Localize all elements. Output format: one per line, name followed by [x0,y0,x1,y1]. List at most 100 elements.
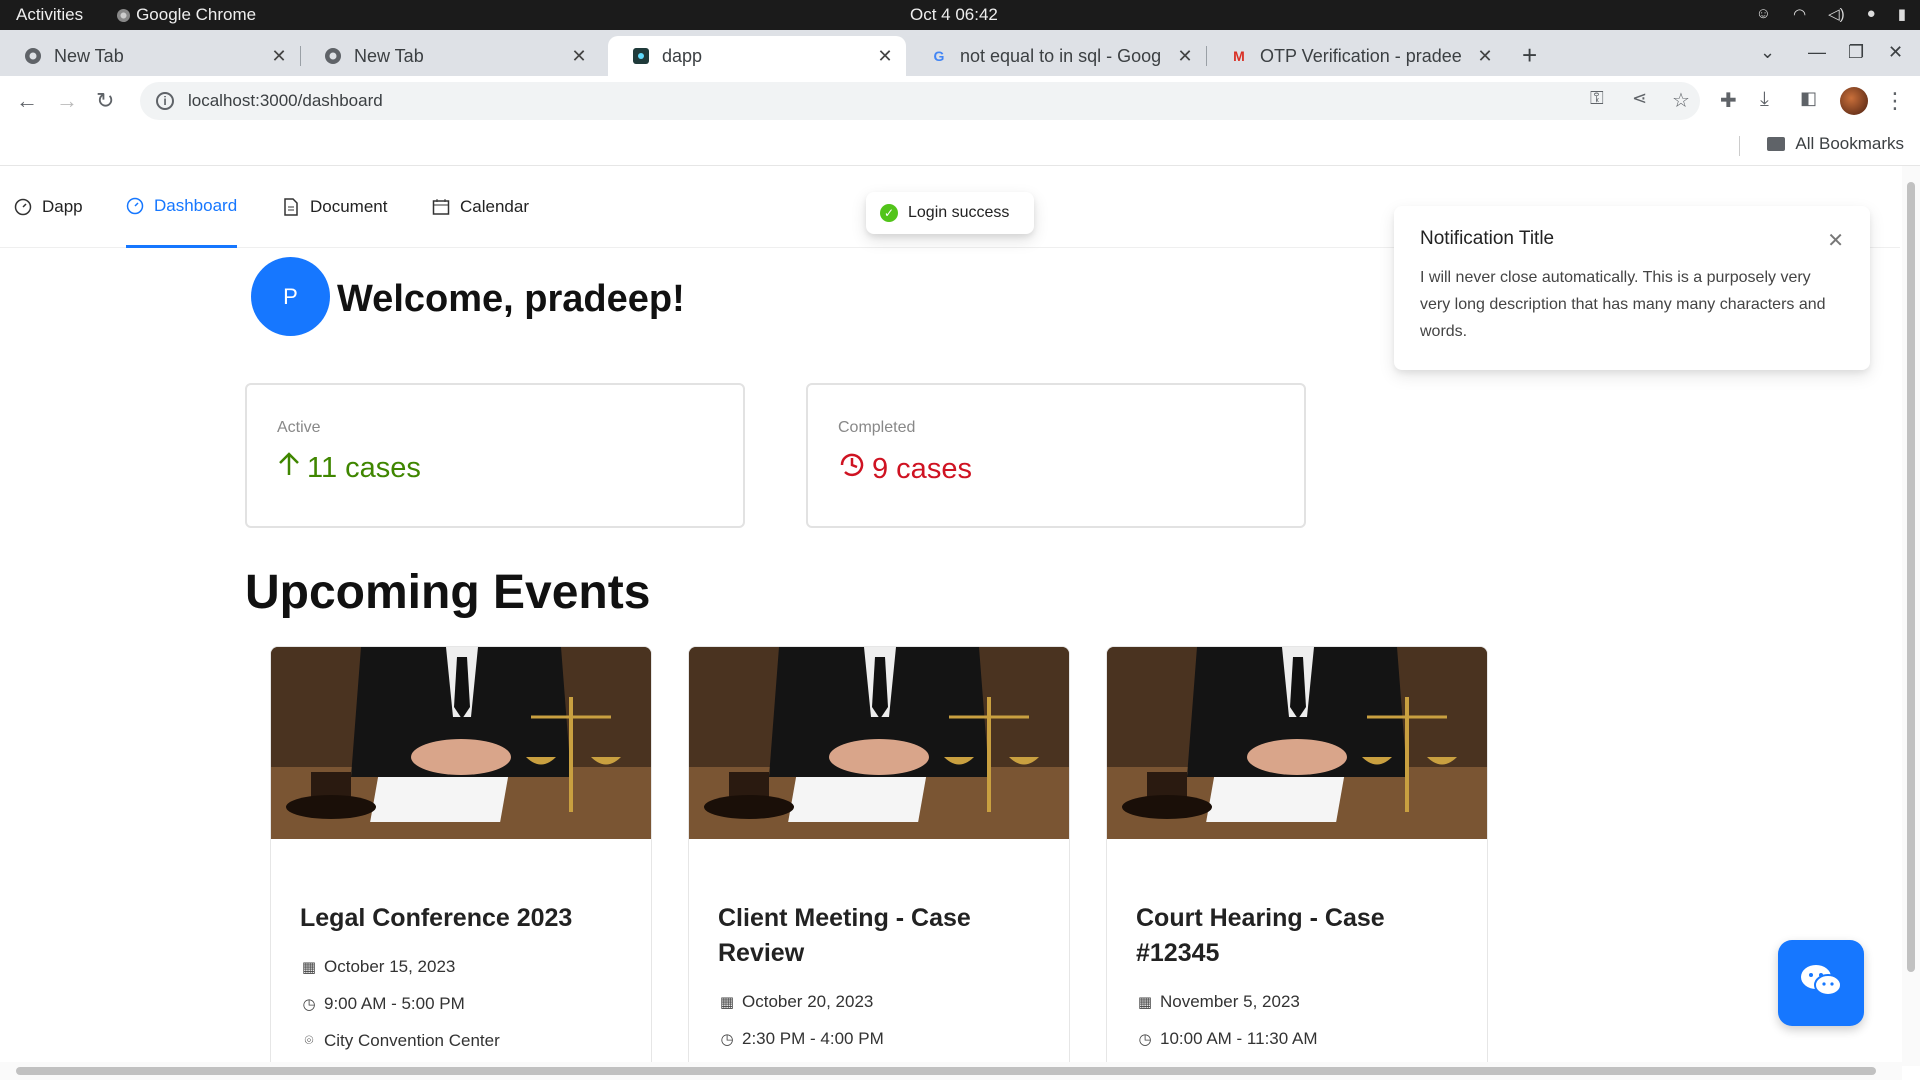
dashboard-gauge-icon [126,197,144,215]
download-icon[interactable]: ⤓ [1760,88,1769,111]
tab-title: New Tab [354,45,424,66]
bookmarks-divider [1739,136,1740,156]
accessibility-icon[interactable]: ☺ [1756,5,1771,23]
nav-item-dashboard[interactable]: Dashboard [126,166,238,248]
clock-icon: ◷ [302,995,316,1013]
event-card[interactable]: Court Hearing - Case #12345 ▦ November 5,… [1106,646,1488,1080]
close-window-icon[interactable]: ✕ [1888,42,1903,63]
event-location: City Convention Center [324,1030,500,1050]
tab-google-search[interactable]: G not equal to in sql - Goog ✕ [906,36,1206,76]
calendar-icon [432,198,450,216]
tab-new-tab-2[interactable]: New Tab ✕ [300,36,600,76]
reload-icon[interactable]: ↻ [96,88,114,114]
lawyer-scales-image [1107,647,1487,839]
nav-label: Dapp [42,197,83,216]
event-date: October 20, 2023 [742,991,874,1011]
event-date: November 5, 2023 [1160,991,1300,1011]
tab-title: New Tab [54,45,124,66]
notification-card: Notification Title I will never close au… [1394,206,1870,370]
lawyer-scales-image [271,647,651,839]
google-icon: G [933,48,945,64]
clock-icon: ◷ [720,1030,734,1048]
active-cases-card: Active 11 cases [245,383,745,528]
close-icon[interactable]: ✕ [1827,228,1844,253]
chat-float-button[interactable] [1778,940,1864,1026]
all-bookmarks-button[interactable]: All Bookmarks [1767,134,1904,154]
event-card[interactable]: Legal Conference 2023 ▦ October 15, 2023 … [270,646,652,1080]
volume-icon[interactable]: ◁) [1828,5,1845,23]
share-icon[interactable]: ⋖ [1632,88,1647,109]
event-title: Client Meeting - Case Review [718,904,971,967]
horizontal-scrollbar[interactable] [0,1062,1902,1080]
check-circle-icon: ✓ [880,204,898,222]
more-menu-icon[interactable]: ⋮ [1884,88,1906,114]
chrome-icon [24,47,42,65]
clock-icon: ◷ [1138,1030,1152,1048]
restore-icon[interactable]: ❐ [1848,42,1864,63]
url-text[interactable]: localhost:3000/dashboard [188,91,383,111]
notification-description: I will never close automatically. This i… [1420,269,1826,340]
os-top-bar: Activities Google Chrome Oct 4 06:42 ☺ ◠… [0,0,1920,30]
nav-label: Dashboard [154,195,238,215]
tab-title: dapp [662,45,703,66]
activities-button[interactable]: Activities [16,5,83,25]
close-tab-icon[interactable]: ✕ [570,46,588,67]
scrollbar-thumb[interactable] [1907,182,1915,972]
notification-title: Notification Title [1420,228,1555,249]
profile-avatar[interactable] [1840,87,1868,115]
forward-arrow-icon[interactable]: → [56,88,78,114]
battery-icon[interactable]: ▮ [1898,5,1906,23]
address-bar[interactable]: i localhost:3000/dashboard [140,82,1700,120]
nav-label: Calendar [460,197,529,216]
tab-title: not equal to in sql - Goog [960,45,1162,66]
welcome-heading: Welcome, pradeep! [337,278,685,320]
user-avatar: P [251,257,330,336]
vertical-scrollbar[interactable] [1902,166,1920,1066]
site-info-icon[interactable]: i [156,92,174,110]
tab-dapp[interactable]: dapp ✕ [608,36,906,76]
wechat-icon [1799,963,1843,1004]
lawyer-scales-image [689,647,1069,839]
nav-item-dapp[interactable]: Dapp [14,166,83,248]
minimize-icon[interactable]: — [1808,42,1826,63]
nav-label: Document [310,197,388,216]
stat-label: Completed [838,419,916,436]
stat-label: Active [277,419,321,436]
tab-new-tab-1[interactable]: New Tab ✕ [0,36,300,76]
close-tab-icon[interactable]: ✕ [1176,46,1194,67]
tab-gmail[interactable]: M OTP Verification - pradee ✕ [1206,36,1506,76]
app-name: Google Chrome [136,5,257,24]
gmail-icon: M [1233,48,1245,64]
microphone-icon[interactable]: ● [1867,5,1876,23]
close-tab-icon[interactable]: ✕ [876,46,894,67]
calendar-icon: ▦ [1137,993,1153,1011]
wifi-icon[interactable]: ◠ [1793,5,1806,23]
all-bookmarks-label: All Bookmarks [1795,134,1904,153]
close-tab-icon[interactable]: ✕ [270,46,288,67]
event-card[interactable]: Client Meeting - Case Review ▦ October 20… [688,646,1070,1080]
clock-history-icon [838,451,866,487]
calendar-icon: ▦ [301,958,317,976]
key-icon[interactable]: ⚿ [1590,88,1604,109]
side-panel-icon[interactable]: ◧ [1800,88,1817,109]
bookmarks-bar: All Bookmarks [0,126,1920,166]
stat-value: 11 cases [307,451,421,484]
back-arrow-icon[interactable]: ← [16,88,38,114]
nav-item-calendar[interactable]: Calendar [432,166,529,248]
tab-search-chevron-icon[interactable]: ⌄ [1760,42,1775,63]
tab-strip: New Tab ✕ New Tab ✕ dapp ✕ G not equal t… [0,30,1920,76]
chrome-icon [117,8,131,22]
clock[interactable]: Oct 4 06:42 [910,5,998,25]
close-tab-icon[interactable]: ✕ [1476,46,1494,67]
app-menu[interactable]: Google Chrome [117,5,256,25]
arrow-up-icon [277,451,301,485]
bookmark-star-icon[interactable]: ☆ [1672,88,1690,113]
tab-title: OTP Verification - pradee [1260,45,1462,66]
dashboard-gauge-icon [14,198,32,216]
new-tab-plus-icon[interactable]: + [1522,42,1537,68]
scrollbar-thumb[interactable] [16,1067,1876,1075]
system-tray[interactable]: ☺ ◠ ◁) ● ▮ [1756,5,1906,23]
login-success-toast: ✓ Login success [866,192,1034,234]
extensions-icon[interactable]: ✚ [1720,88,1737,113]
nav-item-document[interactable]: Document [282,166,387,248]
